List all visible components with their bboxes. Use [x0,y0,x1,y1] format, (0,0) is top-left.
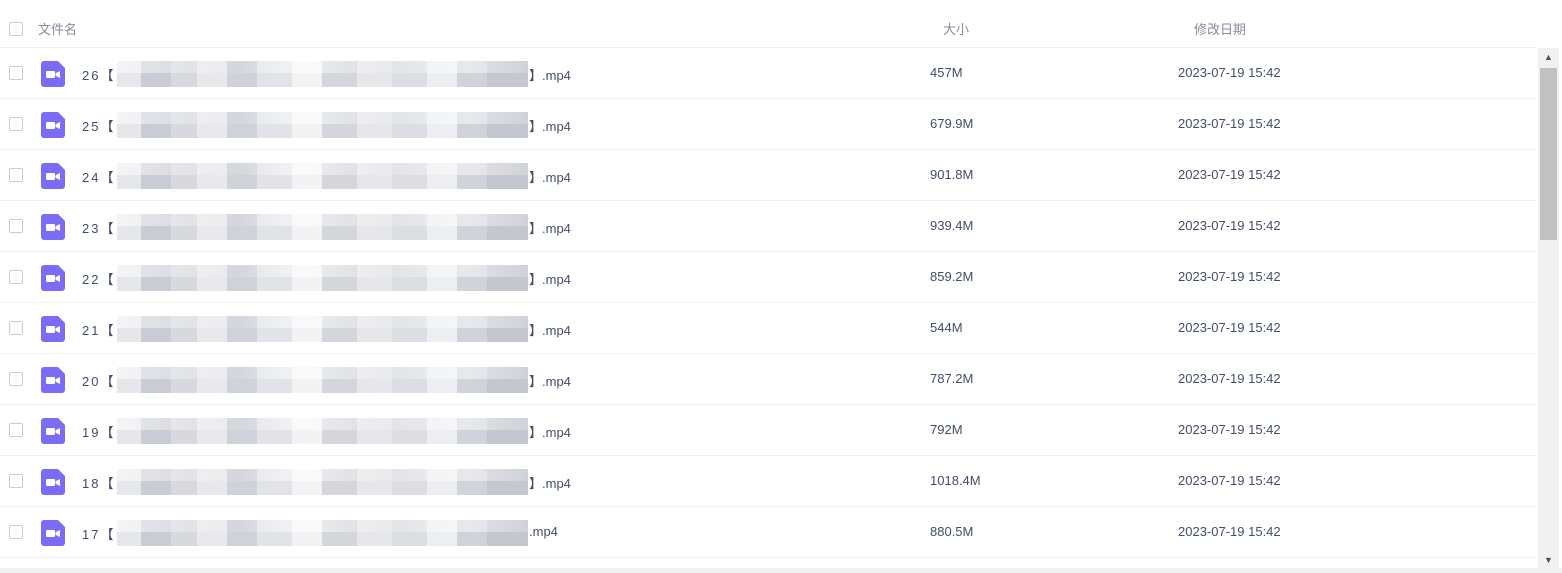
file-size: 1018.4M [930,473,981,488]
file-modified-date: 2023-07-19 15:42 [1178,524,1281,539]
blurred-file-name [117,163,528,189]
vertical-scrollbar[interactable]: ▲ ▼ [1538,48,1559,568]
select-all-checkbox[interactable] [9,22,23,36]
video-file-icon [41,112,65,138]
column-header-size[interactable]: 大小 [943,19,969,38]
row-checkbox[interactable] [9,270,23,284]
file-name-suffix[interactable]: 】.mp4 [529,371,571,390]
row-checkbox[interactable] [9,321,23,335]
horizontal-scroll-track [0,568,1562,573]
file-size: 859.2M [930,269,974,284]
file-name-suffix[interactable]: .mp4 [529,524,558,539]
file-name-suffix[interactable]: 】.mp4 [529,269,571,288]
list-header: 文件名 大小 修改日期 [0,0,1536,48]
file-name-suffix[interactable]: 】.mp4 [529,218,571,237]
file-modified-date: 2023-07-19 15:42 [1178,65,1281,80]
row-checkbox[interactable] [9,168,23,182]
file-row[interactable]: 18【 】.mp4 1018.4M 2023-07-19 15:42 [0,456,1536,507]
file-row[interactable]: 19【 】.mp4 792M 2023-07-19 15:42 [0,405,1536,456]
file-modified-date: 2023-07-19 15:42 [1178,473,1281,488]
video-file-icon [41,418,65,444]
file-name-suffix[interactable]: 】.mp4 [529,65,571,84]
video-file-icon [41,520,65,546]
video-file-icon [41,163,65,189]
file-name-suffix[interactable]: 】.mp4 [529,473,571,492]
video-file-icon [41,316,65,342]
blurred-file-name [117,316,528,342]
file-row[interactable]: 26【 】.mp4 457M 2023-07-19 15:42 [0,48,1536,99]
file-modified-date: 2023-07-19 15:42 [1178,218,1281,233]
file-size: 939.4M [930,218,974,233]
file-list: 文件名 大小 修改日期 26【 】.mp4 457M 2023-07-19 15… [0,0,1562,573]
file-modified-date: 2023-07-19 15:42 [1178,320,1281,335]
file-size: 880.5M [930,524,974,539]
video-file-icon [41,61,65,87]
file-name-suffix[interactable]: 】.mp4 [529,320,571,339]
video-file-icon [41,214,65,240]
file-name-prefix[interactable]: 24【 [82,167,115,186]
file-name-prefix[interactable]: 25【 [82,116,115,135]
column-header-modified-date[interactable]: 修改日期 [1194,19,1246,38]
file-size: 544M [930,320,963,335]
blurred-file-name [117,520,528,546]
blurred-file-name [117,469,528,495]
file-size: 792M [930,422,963,437]
file-modified-date: 2023-07-19 15:42 [1178,422,1281,437]
scroll-up-arrow-icon[interactable]: ▲ [1538,48,1559,65]
file-size: 457M [930,65,963,80]
blurred-file-name [117,265,528,291]
file-size: 901.8M [930,167,974,182]
row-checkbox[interactable] [9,423,23,437]
file-row[interactable]: 25【 】.mp4 679.9M 2023-07-19 15:42 [0,99,1536,150]
file-name-suffix[interactable]: 】.mp4 [529,422,571,441]
video-file-icon [41,469,65,495]
file-row[interactable]: 22【 】.mp4 859.2M 2023-07-19 15:42 [0,252,1536,303]
file-row[interactable]: 21【 】.mp4 544M 2023-07-19 15:42 [0,303,1536,354]
file-name-prefix[interactable]: 21【 [82,320,115,339]
row-checkbox[interactable] [9,474,23,488]
scroll-thumb[interactable] [1540,68,1557,240]
blurred-file-name [117,61,528,87]
file-name-prefix[interactable]: 18【 [82,473,115,492]
file-name-prefix[interactable]: 23【 [82,218,115,237]
blurred-file-name [117,214,528,240]
file-size: 787.2M [930,371,974,386]
file-name-suffix[interactable]: 】.mp4 [529,116,571,135]
file-row[interactable]: 23【 】.mp4 939.4M 2023-07-19 15:42 [0,201,1536,252]
blurred-file-name [117,367,528,393]
row-checkbox[interactable] [9,525,23,539]
row-checkbox[interactable] [9,66,23,80]
blurred-file-name [117,418,528,444]
file-modified-date: 2023-07-19 15:42 [1178,269,1281,284]
file-name-prefix[interactable]: 19【 [82,422,115,441]
video-file-icon [41,265,65,291]
file-size: 679.9M [930,116,974,131]
file-name-prefix[interactable]: 22【 [82,269,115,288]
file-name-prefix[interactable]: 20【 [82,371,115,390]
file-modified-date: 2023-07-19 15:42 [1178,116,1281,131]
blurred-file-name [117,112,528,138]
column-header-filename[interactable]: 文件名 [38,19,77,38]
file-modified-date: 2023-07-19 15:42 [1178,371,1281,386]
file-rows: 26【 】.mp4 457M 2023-07-19 15:42 25【 】.mp… [0,48,1536,568]
row-checkbox[interactable] [9,219,23,233]
row-checkbox[interactable] [9,117,23,131]
file-row[interactable]: 20【 】.mp4 787.2M 2023-07-19 15:42 [0,354,1536,405]
file-name-prefix[interactable]: 26【 [82,65,115,84]
file-name-suffix[interactable]: 】.mp4 [529,167,571,186]
file-modified-date: 2023-07-19 15:42 [1178,167,1281,182]
file-row[interactable]: 17【 .mp4 880.5M 2023-07-19 15:42 [0,507,1536,558]
row-checkbox[interactable] [9,372,23,386]
file-name-prefix[interactable]: 17【 [82,524,115,543]
scroll-down-arrow-icon[interactable]: ▼ [1538,551,1559,568]
video-file-icon [41,367,65,393]
file-row[interactable]: 24【 】.mp4 901.8M 2023-07-19 15:42 [0,150,1536,201]
